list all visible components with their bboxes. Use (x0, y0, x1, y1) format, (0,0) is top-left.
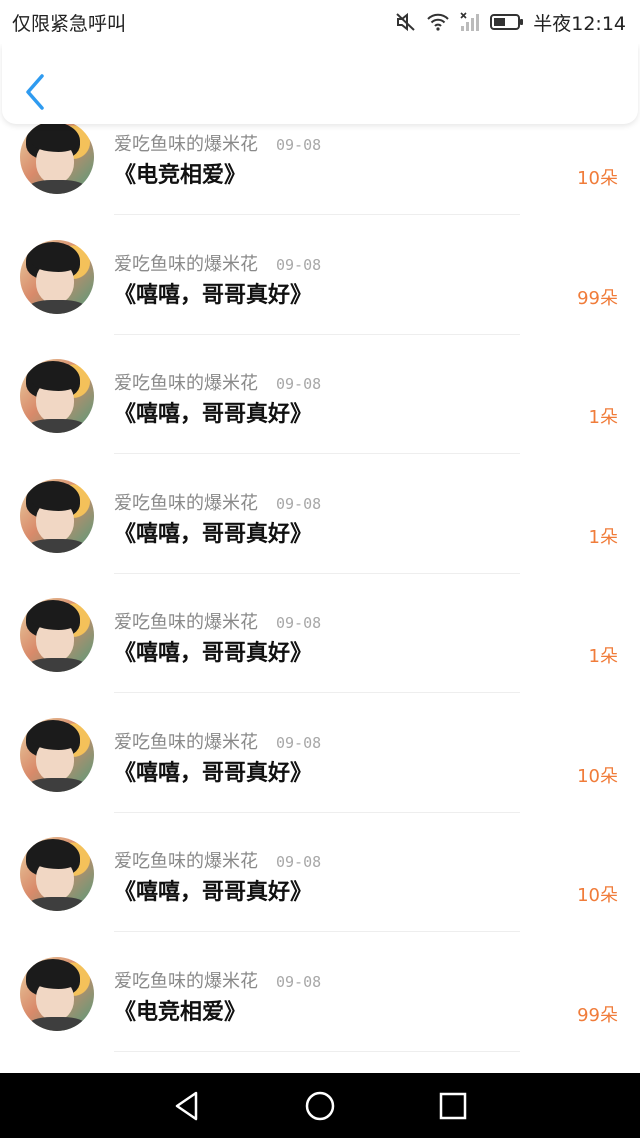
divider (114, 811, 520, 813)
gift-date: 09-08 (276, 972, 322, 991)
wifi-icon (426, 12, 450, 32)
divider (114, 214, 520, 215)
gift-message: 《嘻嘻，哥哥真好》 (114, 880, 313, 905)
gift-list-item[interactable]: 爱吃鱼味的爆米花 09-08 《电竞相爱》 10朵 (0, 124, 640, 234)
divider (114, 931, 520, 932)
avatar[interactable] (20, 598, 94, 672)
gift-date: 09-08 (276, 494, 322, 513)
item-meta: 爱吃鱼味的爆米花 09-08 (114, 728, 321, 754)
gift-list-item[interactable]: 爱吃鱼味的爆米花 09-08 《嘻嘻，哥哥真好》 99朵 (0, 234, 640, 354)
carrier-text: 仅限紧急呼叫 (12, 12, 127, 35)
system-nav-bar (0, 1073, 640, 1138)
sender-name: 爱吃鱼味的爆米花 (114, 134, 258, 155)
status-time: 半夜12:14 (533, 12, 626, 35)
gift-list-item[interactable]: 爱吃鱼味的爆米花 09-08 《嘻嘻，哥哥真好》 1朵 (0, 473, 640, 593)
nav-back-button[interactable] (167, 1086, 207, 1126)
gift-list-item[interactable]: 爱吃鱼味的爆米花 09-08 《电竞相爱》 99朵 (0, 951, 640, 1071)
gift-amount: 10朵 (577, 765, 618, 787)
gift-list-item[interactable]: 爱吃鱼味的爆米花 09-08 《嘻嘻，哥哥真好》 10朵 (0, 831, 640, 951)
sender-name: 爱吃鱼味的爆米花 (114, 731, 258, 753)
gift-date: 09-08 (276, 255, 322, 274)
item-meta: 爱吃鱼味的爆米花 09-08 (114, 967, 321, 993)
item-meta: 爱吃鱼味的爆米花 09-08 (114, 250, 321, 276)
gift-list-item[interactable]: 爱吃鱼味的爆米花 09-08 《嘻嘻，哥哥真好》 1朵 (0, 353, 640, 473)
battery-icon (490, 13, 524, 31)
item-meta: 爱吃鱼味的爆米花 09-08 (114, 130, 321, 156)
item-meta: 爱吃鱼味的爆米花 09-08 (114, 847, 321, 873)
avatar[interactable] (20, 478, 94, 553)
divider (114, 333, 520, 335)
avatar[interactable] (20, 124, 94, 194)
back-triangle-icon (175, 1091, 197, 1120)
recents-square-icon (440, 1092, 467, 1119)
gift-date: 09-08 (276, 136, 322, 154)
back-button[interactable] (20, 72, 50, 112)
gift-date: 09-08 (276, 733, 322, 752)
nav-home-button[interactable] (300, 1086, 340, 1126)
gift-amount: 99朵 (577, 287, 618, 309)
gift-date: 09-08 (276, 614, 322, 632)
gift-message: 《嘻嘻，哥哥真好》 (114, 282, 313, 308)
divider (114, 692, 520, 693)
mute-icon (395, 12, 417, 32)
header (2, 44, 638, 124)
gift-amount: 10朵 (577, 168, 618, 189)
sender-name: 爱吃鱼味的爆米花 (114, 851, 258, 872)
avatar[interactable] (20, 837, 94, 911)
home-circle-icon (305, 1091, 335, 1120)
sender-name: 爱吃鱼味的爆米花 (114, 970, 258, 992)
gift-amount: 10朵 (577, 885, 618, 906)
gift-message: 《电竞相爱》 (114, 163, 247, 188)
gift-date: 09-08 (276, 375, 322, 393)
item-meta: 爱吃鱼味的爆米花 09-08 (114, 489, 321, 515)
divider (114, 572, 520, 574)
gift-message: 《嘻嘻，哥哥真好》 (114, 521, 313, 547)
item-meta: 爱吃鱼味的爆米花 09-08 (114, 369, 321, 395)
status-bar: 仅限紧急呼叫 半夜12:14 (0, 0, 640, 44)
gift-amount: 99朵 (577, 1004, 618, 1026)
divider (114, 453, 520, 454)
gift-list-item[interactable]: 爱吃鱼味的爆米花 09-08 《嘻嘻，哥哥真好》 1朵 (0, 592, 640, 712)
chevron-left-icon (26, 74, 44, 110)
item-meta: 爱吃鱼味的爆米花 09-08 (114, 608, 321, 634)
sender-name: 爱吃鱼味的爆米花 (114, 253, 258, 275)
gift-amount: 1朵 (588, 407, 618, 428)
avatar[interactable] (20, 717, 94, 792)
gift-date: 09-08 (276, 853, 322, 871)
avatar[interactable] (20, 239, 94, 314)
gift-list-item[interactable]: 爱吃鱼味的爆米花 09-08 《嘻嘻，哥哥真好》 10朵 (0, 712, 640, 832)
status-icons: 半夜12:14 (395, 9, 626, 36)
avatar[interactable] (20, 956, 94, 1031)
gift-message: 《电竞相爱》 (114, 999, 247, 1025)
nav-recents-button[interactable] (433, 1086, 473, 1126)
gift-list[interactable]: 爱吃鱼味的爆米花 09-08 《电竞相爱》 10朵 爱吃鱼味的爆米花 09-08… (0, 124, 640, 1073)
gift-message: 《嘻嘻，哥哥真好》 (114, 760, 313, 786)
no-signal-icon (459, 12, 481, 32)
avatar[interactable] (20, 359, 94, 433)
gift-message: 《嘻嘻，哥哥真好》 (114, 641, 313, 666)
gift-message: 《嘻嘻，哥哥真好》 (114, 402, 313, 427)
sender-name: 爱吃鱼味的爆米花 (114, 612, 258, 633)
gift-amount: 1朵 (588, 526, 618, 548)
sender-name: 爱吃鱼味的爆米花 (114, 492, 258, 514)
gift-amount: 1朵 (588, 646, 618, 667)
sender-name: 爱吃鱼味的爆米花 (114, 373, 258, 394)
divider (114, 1050, 520, 1052)
